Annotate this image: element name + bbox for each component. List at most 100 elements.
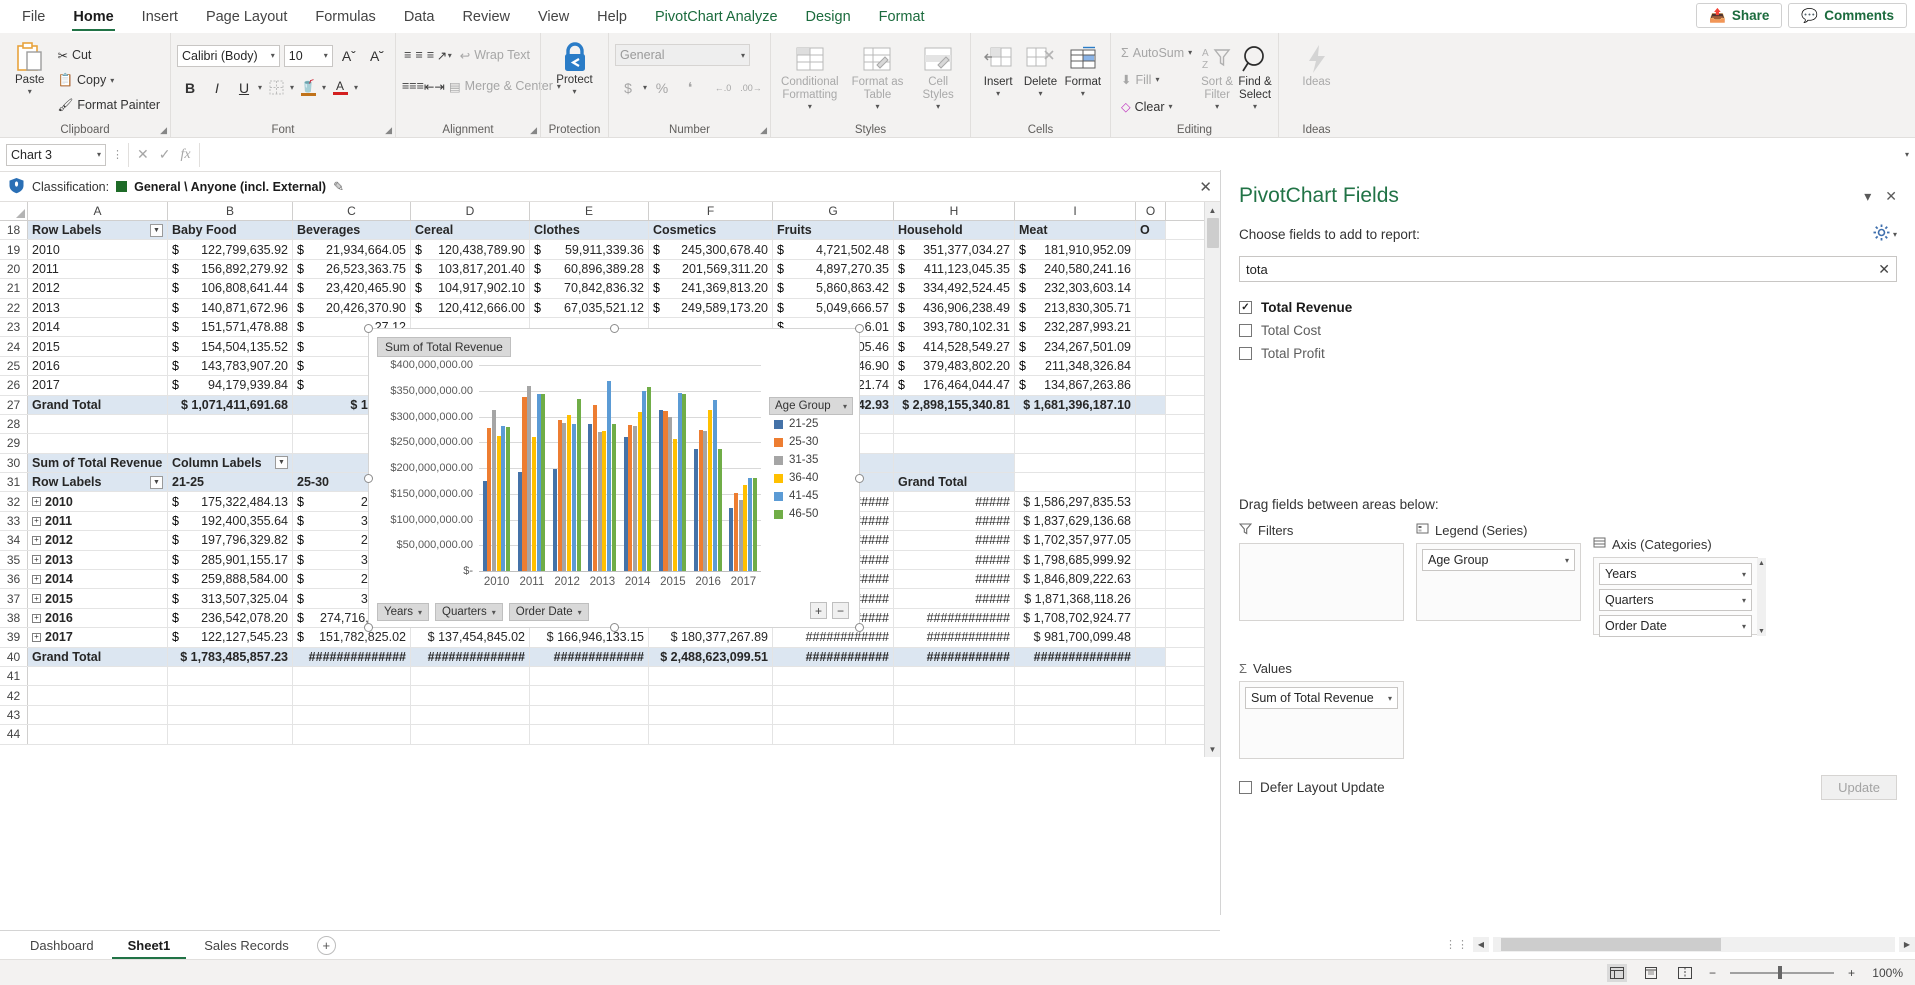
cell-d22[interactable]: $120,412,666.00 (411, 299, 530, 317)
cell-j20[interactable] (1136, 260, 1166, 278)
cell-j41[interactable] (1136, 667, 1166, 685)
column-header-f[interactable]: F (649, 202, 773, 220)
cut-button[interactable]: ✂ Cut (53, 43, 164, 67)
cell-e40[interactable]: ############# (530, 648, 649, 666)
share-button[interactable]: 📤 Share (1696, 3, 1782, 28)
zoom-slider[interactable] (1730, 966, 1834, 980)
zoom-out-button[interactable]: − (1709, 966, 1716, 980)
defer-layout-checkbox[interactable] (1239, 781, 1252, 794)
cell-c40[interactable]: ############## (293, 648, 411, 666)
pencil-icon[interactable]: ✎ (333, 179, 344, 195)
ribbon-tab-help[interactable]: Help (583, 2, 641, 33)
cell-j34[interactable] (1136, 531, 1166, 549)
chevron-down-icon[interactable]: ▾ (1742, 596, 1746, 605)
cell-b34[interactable]: $197,796,329.82 (168, 531, 293, 549)
chevron-down-icon[interactable]: ▾ (996, 89, 1000, 98)
cell-j37[interactable] (1136, 589, 1166, 607)
resize-handle-se[interactable] (855, 623, 864, 632)
align-top-button[interactable]: ≡ (402, 44, 413, 67)
row-header-30[interactable]: 30 (0, 454, 28, 472)
sheet-tab-sales-records[interactable]: Sales Records (188, 932, 305, 959)
find-select-button[interactable]: Find & Select ▾ (1238, 39, 1272, 121)
row-header-39[interactable]: 39 (0, 628, 28, 646)
cell-b22[interactable]: $140,871,672.96 (168, 299, 293, 317)
cell-i40[interactable]: ############## (1015, 648, 1136, 666)
cell-o18[interactable]: O (1136, 221, 1166, 239)
cell-d21[interactable]: $104,917,902.10 (411, 279, 530, 297)
cell-f41[interactable] (649, 667, 773, 685)
scroll-split-grip[interactable]: ⋮⋮ (1445, 938, 1469, 951)
cell-j40[interactable] (1136, 648, 1166, 666)
cell-a26[interactable]: 2017 (28, 376, 168, 394)
cell-c43[interactable] (293, 706, 411, 724)
formula-bar-grip[interactable]: ⋮ (112, 148, 122, 161)
cell-b20[interactable]: $156,892,279.92 (168, 260, 293, 278)
cell-f20[interactable]: $201,569,311.20 (649, 260, 773, 278)
chevron-down-icon[interactable]: ▾ (418, 608, 422, 617)
column-header-g[interactable]: G (773, 202, 894, 220)
percent-format-button[interactable]: % (649, 75, 675, 100)
cell-j28[interactable] (1136, 415, 1166, 433)
comma-format-button[interactable]: ❛ (677, 75, 703, 100)
cell-g21[interactable]: $5,860,863.42 (773, 279, 894, 297)
ribbon-tab-design[interactable]: Design (792, 2, 865, 33)
format-cells-button[interactable]: Format ▾ (1062, 39, 1104, 121)
cell-i38[interactable]: $ 1,708,702,924.77 (1015, 609, 1136, 627)
cell-c39[interactable]: $151,782,825.02 (293, 628, 411, 646)
row-header-32[interactable]: 32 (0, 492, 28, 510)
field-item-total-revenue[interactable]: ✓Total Revenue (1239, 296, 1897, 319)
cell-b40[interactable]: $ 1,783,485,857.23 (168, 648, 293, 666)
resize-handle-nw[interactable] (364, 324, 373, 333)
cell-styles-button[interactable]: Cell Styles ▾ (912, 39, 964, 121)
cell-h26[interactable]: $176,464,044.47 (894, 376, 1015, 394)
cell-h44[interactable] (894, 725, 1015, 743)
cell-b42[interactable] (168, 686, 293, 704)
cell-c20[interactable]: $26,523,363.75 (293, 260, 411, 278)
cell-b44[interactable] (168, 725, 293, 743)
cell-a31[interactable]: Row Labels ▼ (28, 473, 168, 491)
expand-field-button[interactable]: + (810, 602, 827, 619)
chevron-down-icon[interactable]: ▾ (572, 87, 576, 96)
expand-row-icon[interactable]: + (32, 555, 41, 564)
cell-c18[interactable]: Beverages (293, 221, 411, 239)
cell-e39[interactable]: $ 166,946,133.15 (530, 628, 649, 646)
comments-button[interactable]: 💬 Comments (1788, 3, 1907, 28)
cell-i24[interactable]: $234,267,501.09 (1015, 337, 1136, 355)
cell-f21[interactable]: $241,369,813.20 (649, 279, 773, 297)
collapse-field-button[interactable]: − (832, 602, 849, 619)
zoom-in-button[interactable]: + (1848, 966, 1855, 980)
cell-h27[interactable]: $ 2,898,155,340.81 (894, 396, 1015, 414)
format-painter-button[interactable]: 🖌 Format Painter (53, 93, 164, 117)
cell-i33[interactable]: $ 1,837,629,136.68 (1015, 512, 1136, 530)
cell-e22[interactable]: $67,035,521.12 (530, 299, 649, 317)
cell-a41[interactable] (28, 667, 168, 685)
format-as-table-button[interactable]: Format as Table ▾ (847, 39, 909, 121)
cell-a20[interactable]: 2011 (28, 260, 168, 278)
cell-c22[interactable]: $20,426,370.90 (293, 299, 411, 317)
cell-i27[interactable]: $ 1,681,396,187.10 (1015, 396, 1136, 414)
cell-h25[interactable]: $379,483,802.20 (894, 357, 1015, 375)
chevron-down-icon[interactable]: ▾ (843, 402, 847, 411)
chevron-down-icon[interactable]: ▾ (110, 76, 114, 85)
row-labels-filter-button[interactable]: ▼ (150, 224, 163, 237)
cell-h42[interactable] (894, 686, 1015, 704)
cell-i43[interactable] (1015, 706, 1136, 724)
scroll-right-arrow[interactable]: ▶ (1899, 937, 1915, 952)
cell-i19[interactable]: $181,910,952.09 (1015, 240, 1136, 258)
cell-b43[interactable] (168, 706, 293, 724)
cell-b32[interactable]: $175,322,484.13 (168, 492, 293, 510)
cell-h21[interactable]: $334,492,524.45 (894, 279, 1015, 297)
pill-order-date[interactable]: Order Date ▾ (1599, 615, 1752, 637)
row-header-42[interactable]: 42 (0, 686, 28, 704)
vertical-scrollbar[interactable]: ▲ ▼ (1204, 202, 1220, 757)
number-dialog-launcher[interactable]: ◢ (760, 125, 767, 136)
row-header-35[interactable]: 35 (0, 551, 28, 569)
bold-button[interactable]: B (177, 75, 203, 100)
cell-i18[interactable]: Meat (1015, 221, 1136, 239)
row-header-34[interactable]: 34 (0, 531, 28, 549)
cell-a39[interactable]: +2017 (28, 628, 168, 646)
resize-handle-e[interactable] (855, 474, 864, 483)
formula-input[interactable] (206, 144, 1899, 166)
cell-i22[interactable]: $213,830,305.71 (1015, 299, 1136, 317)
cell-g39[interactable]: ############ (773, 628, 894, 646)
